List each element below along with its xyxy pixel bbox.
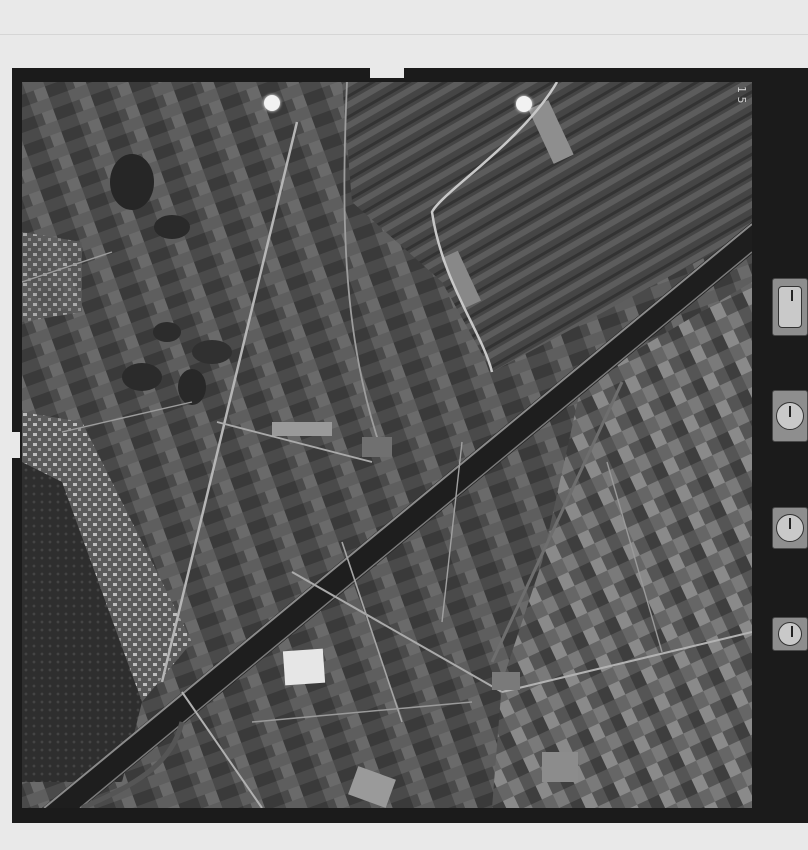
clock-icon xyxy=(776,514,804,542)
counter-dial xyxy=(772,617,808,651)
frame-notch-left xyxy=(12,432,20,458)
fiducial-mark-top-left xyxy=(264,95,280,111)
altimeter-gauge xyxy=(772,278,808,336)
aerial-photograph xyxy=(22,82,752,808)
page-top-line xyxy=(0,34,808,35)
frame-notch-top xyxy=(370,68,404,78)
frame-number-label: 1 5 xyxy=(735,86,748,104)
counter-icon xyxy=(778,622,802,646)
level-bubble xyxy=(772,390,808,442)
level-bubble-icon xyxy=(776,402,804,430)
clock-dial xyxy=(772,507,808,549)
altimeter-dial-icon xyxy=(778,286,802,328)
fiducial-mark-top-right xyxy=(516,96,532,112)
